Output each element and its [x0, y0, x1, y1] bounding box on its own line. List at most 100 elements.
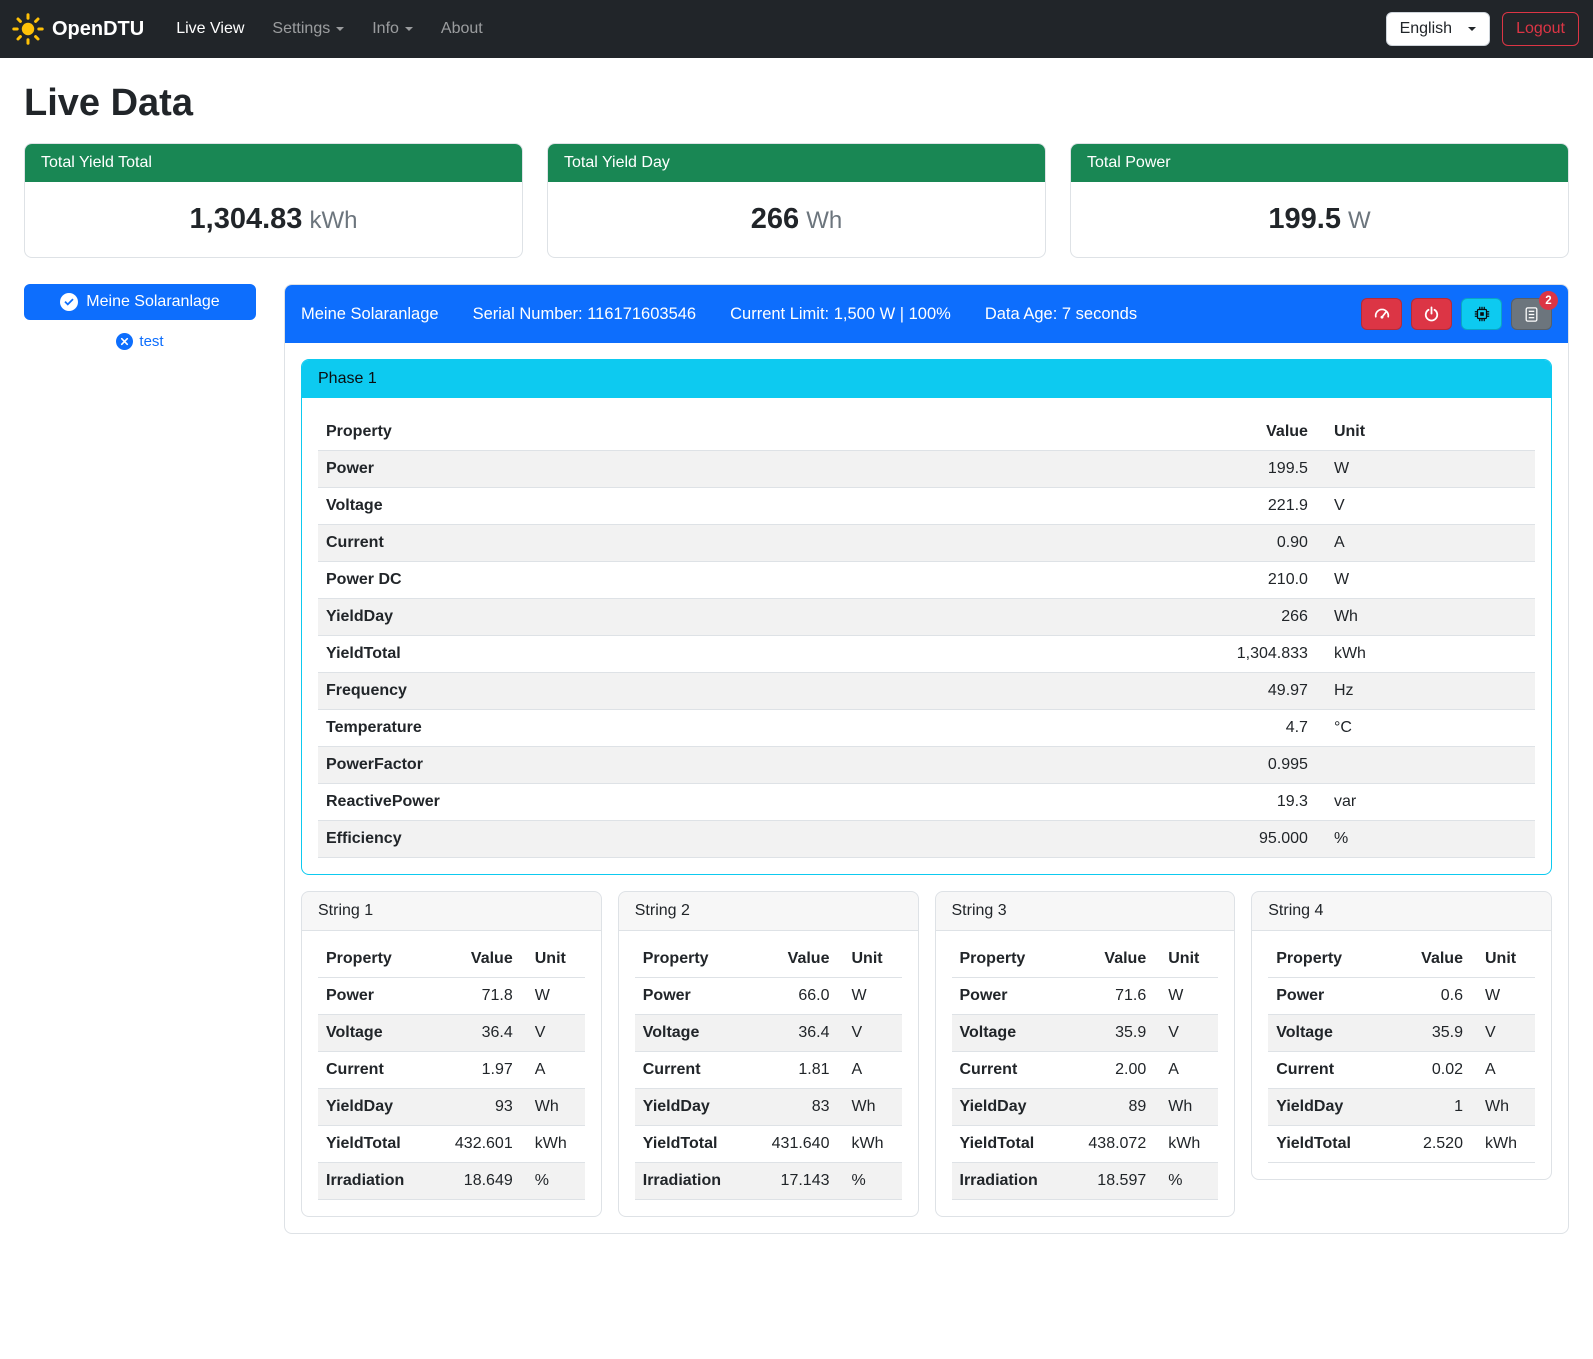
table-header-row: Property Value Unit [318, 414, 1535, 451]
string-card-3: String 3 Property Value Unit [935, 891, 1236, 1217]
cpu-icon [1473, 305, 1491, 323]
string-table: Property Value Unit Power [952, 941, 1219, 1200]
value-cell: 438.072 [1065, 1126, 1154, 1163]
unit-cell: % [521, 1163, 585, 1200]
property-cell: Power [952, 978, 1066, 1015]
chevron-down-icon [405, 27, 413, 31]
string-title: String 4 [1252, 892, 1551, 931]
table-row: Power 0.6 W [1268, 978, 1535, 1015]
table-row: YieldDay 89 Wh [952, 1089, 1219, 1126]
table-row: Current 0.90 A [318, 525, 1535, 562]
summary-unit: Wh [806, 207, 842, 234]
chevron-down-icon [336, 27, 344, 31]
unit-cell: A [1316, 525, 1535, 562]
brand[interactable]: OpenDTU [12, 13, 144, 45]
property-cell: Voltage [318, 1015, 432, 1052]
device-info-button[interactable] [1461, 298, 1502, 330]
nav-item-label: Info [372, 20, 399, 38]
unit-cell: W [1471, 978, 1535, 1015]
nav-item-info[interactable]: Info [358, 12, 427, 46]
nav-item-settings[interactable]: Settings [258, 12, 358, 46]
inverter-select-button[interactable]: Meine Solaranlage [24, 284, 256, 320]
column-header-value: Value [748, 941, 837, 978]
unit-cell: kWh [1316, 636, 1535, 673]
unit-cell: % [1316, 821, 1535, 858]
summary-value: 199.5 [1268, 203, 1341, 235]
event-log-button[interactable]: 2 [1511, 298, 1552, 330]
unit-cell: A [1154, 1052, 1218, 1089]
column-header-unit: Unit [1154, 941, 1218, 978]
logout-button[interactable]: Logout [1502, 12, 1579, 46]
nav-item-label: About [441, 20, 483, 38]
string-card-2: String 2 Property Value Unit [618, 891, 919, 1217]
table-row: YieldTotal 438.072 kWh [952, 1126, 1219, 1163]
navbar-right: English Logout [1386, 12, 1579, 46]
table-row: Irradiation 17.143 % [635, 1163, 902, 1200]
column-header-value: Value [432, 941, 521, 978]
table-row: Power 66.0 W [635, 978, 902, 1015]
event-count-badge: 2 [1539, 291, 1558, 310]
table-row: Voltage 35.9 V [952, 1015, 1219, 1052]
property-cell: Efficiency [318, 821, 915, 858]
brand-name: OpenDTU [52, 18, 144, 41]
unit-cell: V [837, 1015, 901, 1052]
unit-cell: W [1316, 562, 1535, 599]
inverter-select-label: Meine Solaranlage [86, 293, 219, 311]
property-cell: Current [318, 1052, 432, 1089]
column-header-property: Property [318, 414, 915, 451]
strings-row: String 1 Property Value Unit [301, 891, 1552, 1217]
value-cell: 95.000 [915, 821, 1316, 858]
string-table: Property Value Unit Power [1268, 941, 1535, 1163]
string-body: Property Value Unit Power [936, 931, 1235, 1216]
property-cell: YieldDay [952, 1089, 1066, 1126]
inverter-card-body: Phase 1 Property Value Unit [285, 343, 1568, 1233]
unit-cell: Wh [521, 1089, 585, 1126]
unit-cell: A [1471, 1052, 1535, 1089]
value-cell: 1 [1392, 1089, 1471, 1126]
column-header-property: Property [318, 941, 432, 978]
string-body: Property Value Unit Power [619, 931, 918, 1216]
unit-cell: W [1154, 978, 1218, 1015]
unit-cell: °C [1316, 710, 1535, 747]
inverter-name: Meine Solaranlage [301, 305, 439, 324]
limit-settings-button[interactable] [1361, 298, 1402, 330]
unit-cell: A [521, 1052, 585, 1089]
value-cell: 2.520 [1392, 1126, 1471, 1163]
column-header-property: Property [1268, 941, 1392, 978]
nav-item-live-view[interactable]: Live View [162, 12, 258, 46]
unit-cell: Wh [837, 1089, 901, 1126]
summary-value: 266 [751, 203, 799, 235]
page-container: Live Data Total Yield Total 1,304.83kWh … [0, 58, 1593, 1260]
summary-row: Total Yield Total 1,304.83kWh Total Yiel… [24, 143, 1569, 258]
nav-item-about[interactable]: About [427, 12, 497, 46]
language-select[interactable]: English [1386, 12, 1490, 46]
inverter-item-test[interactable]: test [24, 333, 256, 350]
table-row: Voltage 36.4 V [635, 1015, 902, 1052]
property-cell: Power [635, 978, 749, 1015]
power-button[interactable] [1411, 298, 1452, 330]
string-card-1: String 1 Property Value Unit [301, 891, 602, 1217]
table-row: YieldDay 266 Wh [318, 599, 1535, 636]
table-row: Power 71.8 W [318, 978, 585, 1015]
unit-cell: W [1316, 451, 1535, 488]
unit-cell [1316, 747, 1535, 784]
gauge-icon [1373, 305, 1391, 323]
column-header-property: Property [952, 941, 1066, 978]
value-cell: 266 [915, 599, 1316, 636]
inverter-card-header: Meine Solaranlage Serial Number: 1161716… [285, 285, 1568, 343]
table-row: YieldTotal 1,304.833 kWh [318, 636, 1535, 673]
value-cell: 221.9 [915, 488, 1316, 525]
property-cell: Power [318, 978, 432, 1015]
property-cell: PowerFactor [318, 747, 915, 784]
sun-icon [12, 13, 44, 45]
property-cell: Power [318, 451, 915, 488]
string-card-4: String 4 Property Value Unit [1251, 891, 1552, 1180]
check-circle-icon [60, 293, 78, 311]
value-cell: 93 [432, 1089, 521, 1126]
phase-body: Property Value Unit Power [302, 398, 1551, 874]
summary-card-total-power: Total Power 199.5W [1070, 143, 1569, 258]
value-cell: 71.8 [432, 978, 521, 1015]
property-cell: Current [318, 525, 915, 562]
table-row: Temperature 4.7 °C [318, 710, 1535, 747]
unit-cell: kWh [1154, 1126, 1218, 1163]
